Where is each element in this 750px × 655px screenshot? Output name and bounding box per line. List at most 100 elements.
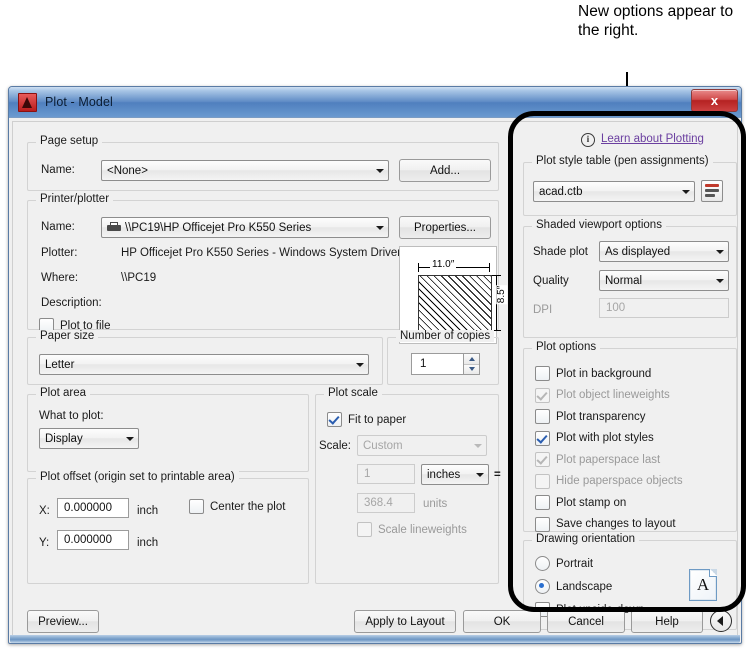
what-to-plot-combo[interactable]: Display bbox=[39, 428, 139, 449]
landscape-radio[interactable] bbox=[535, 579, 550, 594]
center-the-plot-checkbox[interactable] bbox=[189, 499, 204, 514]
plot-style-table-value: acad.ctb bbox=[539, 185, 583, 198]
dim-tick bbox=[489, 263, 490, 272]
plot-option-label: Plot paperspace last bbox=[556, 453, 661, 466]
fit-to-paper-row[interactable]: Fit to paper bbox=[327, 412, 406, 427]
plot-option-row[interactable]: Plot with plot styles bbox=[535, 430, 654, 446]
plot-option-row: Plot paperspace last bbox=[535, 452, 660, 467]
plot-option-row[interactable]: Plot transparency bbox=[535, 409, 646, 424]
add-page-setup-button[interactable]: Add... bbox=[399, 159, 491, 182]
scale-unit-value: inches bbox=[427, 468, 461, 481]
quality-value: Normal bbox=[605, 274, 643, 287]
dim-tick bbox=[492, 275, 501, 276]
scale-lineweights-checkbox[interactable] bbox=[357, 522, 372, 537]
plot-option-label: Plot in background bbox=[556, 367, 652, 380]
collapse-panel-button[interactable] bbox=[710, 610, 732, 632]
scale-units-label: units bbox=[423, 498, 448, 510]
plot-option-checkbox[interactable] bbox=[535, 516, 550, 532]
chevron-down-icon bbox=[372, 168, 388, 173]
preview-button[interactable]: Preview... bbox=[27, 610, 99, 633]
copies-decrement-button[interactable] bbox=[464, 364, 479, 374]
plot-option-row[interactable]: Plot in background bbox=[535, 366, 651, 381]
scale-unit-combo[interactable]: inches bbox=[421, 464, 489, 485]
edit-plot-style-table-button[interactable] bbox=[701, 180, 723, 202]
copies-spin-buttons[interactable] bbox=[463, 353, 480, 375]
plot-option-checkbox[interactable] bbox=[535, 366, 550, 381]
annotation-text: New options appear to the right. bbox=[578, 3, 734, 39]
paper-size-value: Letter bbox=[45, 358, 75, 371]
dim-tick bbox=[418, 263, 419, 272]
dialog-body: i Learn about Plotting Page setup Name: … bbox=[12, 121, 738, 640]
what-to-plot-value: Display bbox=[45, 432, 83, 445]
plot-option-label: Plot stamp on bbox=[556, 496, 627, 509]
cancel-button[interactable]: Cancel bbox=[547, 610, 625, 633]
copies-value[interactable]: 1 bbox=[411, 353, 463, 375]
copies-increment-button[interactable] bbox=[464, 354, 479, 365]
printer-name-combo[interactable]: \\PC19\HP Officejet Pro K550 Series bbox=[101, 217, 389, 238]
page-setup-legend: Page setup bbox=[36, 135, 103, 147]
plot-option-label: Plot transparency bbox=[556, 410, 646, 423]
printer-properties-button[interactable]: Properties... bbox=[399, 216, 491, 239]
description-label: Description: bbox=[41, 297, 102, 309]
scale-label: Scale: bbox=[319, 440, 351, 452]
scale-numerator-input[interactable]: 1 bbox=[357, 464, 415, 484]
chevron-down-icon bbox=[472, 472, 488, 477]
offset-x-input[interactable]: 0.000000 bbox=[57, 498, 129, 518]
page-setup-name-label: Name: bbox=[41, 164, 75, 176]
printer-plotter-legend: Printer/plotter bbox=[36, 193, 114, 205]
plot-option-checkbox bbox=[535, 452, 550, 467]
plot-option-row: Plot object lineweights bbox=[535, 387, 670, 403]
window-bottom-strip bbox=[10, 635, 740, 643]
printer-name-label: Name: bbox=[41, 221, 75, 233]
plot-dialog-window: Plot - Model x i Learn about Plotting Pa… bbox=[8, 86, 742, 644]
plot-option-row[interactable]: Plot stamp on bbox=[535, 495, 626, 510]
chevron-down-icon bbox=[470, 443, 486, 448]
scale-value: Custom bbox=[363, 439, 403, 452]
scale-combo[interactable]: Custom bbox=[357, 435, 487, 456]
scale-lineweights-row[interactable]: Scale lineweights bbox=[357, 522, 467, 537]
paper-width-label: 11.0″ bbox=[430, 259, 457, 270]
scale-lineweights-label: Scale lineweights bbox=[378, 523, 467, 536]
scale-denominator-input[interactable]: 368.4 bbox=[357, 493, 415, 513]
portrait-label: Portrait bbox=[556, 557, 594, 570]
plot-style-table-legend: Plot style table (pen assignments) bbox=[532, 155, 713, 167]
plot-option-row: Hide paperspace objects bbox=[535, 473, 683, 489]
offset-y-input[interactable]: 0.000000 bbox=[57, 530, 129, 550]
learn-about-plotting-link[interactable]: Learn about Plotting bbox=[601, 133, 704, 145]
plot-option-checkbox[interactable] bbox=[535, 409, 550, 424]
shade-plot-combo[interactable]: As displayed bbox=[599, 241, 729, 262]
landscape-label: Landscape bbox=[556, 580, 613, 593]
help-button[interactable]: Help bbox=[631, 610, 703, 633]
chevron-down-icon bbox=[712, 249, 728, 254]
center-the-plot-row[interactable]: Center the plot bbox=[189, 499, 285, 514]
offset-y-unit: inch bbox=[137, 537, 159, 549]
close-button[interactable]: x bbox=[691, 89, 738, 112]
plot-style-table-combo[interactable]: acad.ctb bbox=[533, 181, 695, 202]
page-setup-name-combo[interactable]: <None> bbox=[101, 160, 389, 181]
plot-option-row[interactable]: Save changes to layout bbox=[535, 516, 676, 532]
paper-size-combo[interactable]: Letter bbox=[39, 354, 369, 375]
orientation-landscape-row[interactable]: Landscape bbox=[535, 579, 612, 594]
offset-x-label: X: bbox=[39, 505, 50, 517]
orientation-portrait-row[interactable]: Portrait bbox=[535, 556, 593, 571]
offset-x-unit: inch bbox=[137, 505, 159, 517]
portrait-radio[interactable] bbox=[535, 556, 550, 571]
plot-option-checkbox[interactable] bbox=[535, 430, 550, 446]
plot-option-label: Hide paperspace objects bbox=[556, 475, 683, 487]
quality-combo[interactable]: Normal bbox=[599, 270, 729, 291]
plot-option-checkbox[interactable] bbox=[535, 495, 550, 510]
chevron-down-icon bbox=[712, 278, 728, 283]
fit-to-paper-checkbox[interactable] bbox=[327, 412, 342, 427]
chevron-down-icon bbox=[372, 225, 388, 230]
plot-scale-legend: Plot scale bbox=[324, 387, 382, 399]
drawing-orientation-legend: Drawing orientation bbox=[532, 533, 640, 545]
plot-option-label: Plot with plot styles bbox=[556, 432, 654, 444]
autocad-logo-icon bbox=[18, 92, 37, 112]
offset-y-label: Y: bbox=[39, 537, 50, 549]
apply-to-layout-button[interactable]: Apply to Layout bbox=[354, 610, 456, 633]
dpi-input[interactable]: 100 bbox=[599, 298, 729, 318]
scale-equals-sign: = bbox=[494, 469, 501, 481]
copies-stepper[interactable]: 1 bbox=[411, 353, 480, 375]
plot-option-label: Save changes to layout bbox=[556, 518, 676, 530]
ok-button[interactable]: OK bbox=[463, 610, 541, 633]
